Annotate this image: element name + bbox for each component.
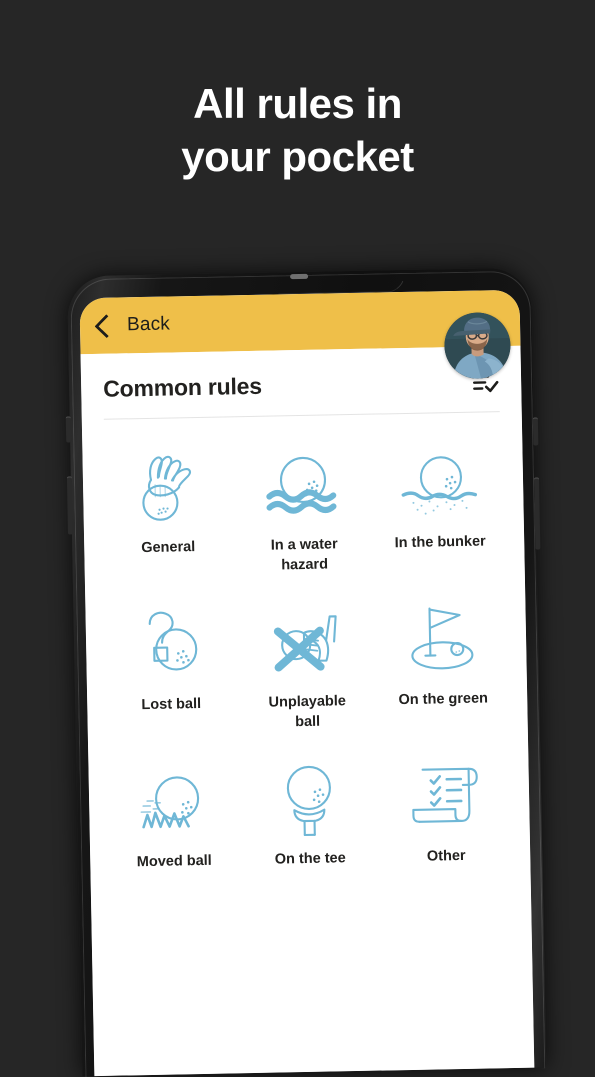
rule-label: General [141, 539, 196, 557]
crossed-out-club-icon [257, 598, 355, 684]
phone-mockup: Back Common rules General In a water haz… [62, 267, 551, 1077]
rule-card-lost-ball[interactable]: Lost ball [101, 588, 240, 744]
phone-button-left-upper[interactable] [65, 416, 72, 443]
scroll-checklist-icon [396, 753, 494, 839]
phone-earpiece-speaker [290, 273, 309, 280]
rule-label: In a water hazard [270, 536, 338, 573]
headline-line-1: All rules in [193, 80, 402, 127]
ball-in-water-icon [254, 441, 352, 527]
rule-label: Unplayable ball [268, 693, 347, 730]
back-button[interactable]: Back [127, 313, 170, 336]
promo-screenshot: All rules in your pocket Back Common rul… [0, 0, 595, 1077]
ball-in-bunker-icon [390, 438, 488, 524]
rule-card-on-the-tee[interactable]: On the tee [240, 743, 379, 879]
rule-label: On the tee [274, 850, 346, 868]
rule-card-bunker[interactable]: In the bunker [370, 426, 509, 582]
rule-card-other[interactable]: Other [376, 740, 515, 876]
flag-on-green-icon [393, 596, 491, 682]
rule-card-water-hazard[interactable]: In a water hazard [234, 429, 373, 585]
rule-card-on-the-green[interactable]: On the green [373, 583, 512, 739]
phone-button-right-upper[interactable] [532, 417, 539, 446]
rule-label: Other [426, 848, 466, 865]
rules-grid: General In a water hazard In the bunker … [82, 412, 531, 882]
ball-in-grass-icon [124, 758, 222, 844]
rule-label: In the bunker [394, 533, 486, 552]
app-content: Common rules General In a water hazard I… [80, 345, 535, 1077]
headline-line-2: your pocket [181, 132, 414, 180]
phone-screen: Back Common rules General In a water haz… [79, 289, 535, 1077]
chevron-left-icon[interactable] [94, 313, 119, 338]
rule-card-unplayable-ball[interactable]: Unplayable ball [237, 586, 376, 742]
promo-headline: All rules in your pocket [0, 78, 595, 184]
hand-dropping-ball-icon [118, 444, 216, 530]
rule-label: On the green [398, 690, 489, 709]
rule-label: Lost ball [141, 696, 202, 714]
question-mark-ball-icon [121, 601, 219, 687]
page-title: Common rules [102, 372, 263, 402]
rule-card-general[interactable]: General [98, 431, 237, 587]
ball-on-tee-icon [260, 755, 358, 841]
rule-label: Moved ball [136, 853, 212, 871]
phone-button-right-lower[interactable] [533, 477, 541, 550]
rule-card-moved-ball[interactable]: Moved ball [104, 745, 243, 881]
